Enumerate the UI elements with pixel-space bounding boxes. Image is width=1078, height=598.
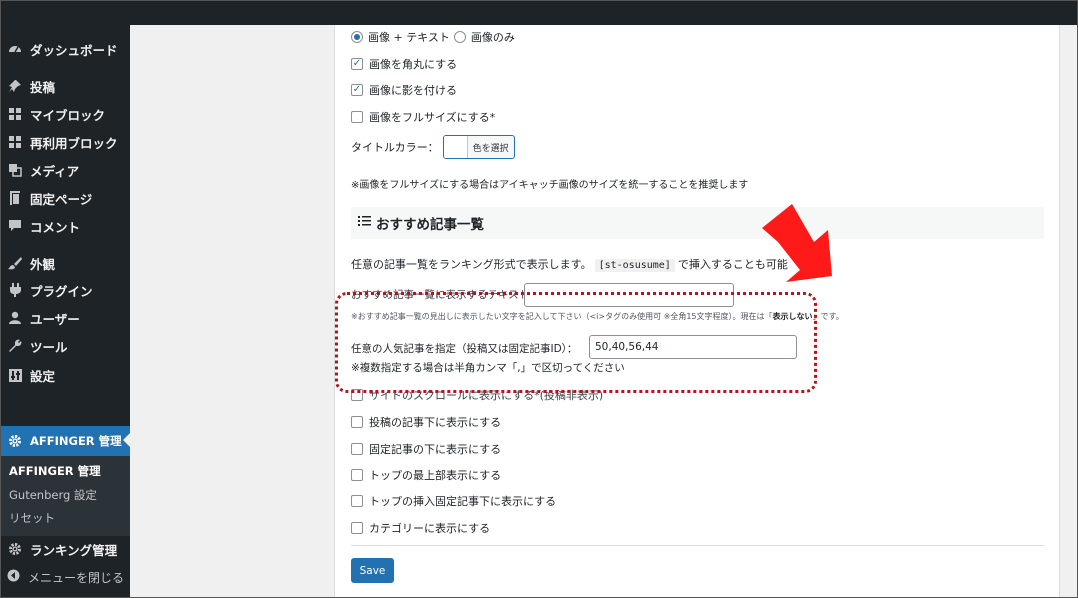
sidebar-item-users[interactable]: ユーザー [0,306,130,330]
option-shadow: ✓ 画像に影を付ける [351,82,457,98]
highlight-box [335,292,817,393]
save-button[interactable]: Save [351,558,394,583]
checkbox-shadow[interactable]: ✓ [351,84,363,96]
collapse-icon [7,569,20,585]
checkbox-category[interactable] [351,522,363,534]
comment-icon [7,218,23,234]
dashboard-icon [7,41,23,57]
checkbox-fullsize[interactable] [351,111,363,123]
collapse-label: メニューを閉じる [28,570,125,585]
sidebar-item-label: 設定 [30,368,56,384]
brush-icon [7,255,23,271]
option-fullsize: 画像をフルサイズにする* [351,109,495,125]
sidebar-item-label: ランキング管理 [30,542,118,558]
sidebar-item-comments[interactable]: コメント [0,214,130,238]
active-indicator [123,433,130,447]
color-picker-label: 色を選択 [472,143,509,154]
checkbox-shadow-label: 画像に影を付ける [369,84,457,97]
list-icon [358,215,371,231]
sidebar-item-myblock[interactable]: マイブロック [0,102,130,126]
option-rounded: ✓ 画像を角丸にする [351,56,457,72]
option-page-bottom: 固定記事の下に表示にする [351,441,501,457]
sidebar-item-label: マイブロック [30,107,106,123]
submenu-reset[interactable]: リセット [9,510,55,526]
sidebar-item-posts[interactable]: 投稿 [0,74,130,98]
checkbox-label: トップの挿入固定記事下に表示にする [369,495,557,508]
section-title: おすすめ記事一覧 [376,217,484,233]
sidebar-item-label: 再利用ブロック [30,135,118,151]
checkbox-top-header[interactable] [351,469,363,481]
title-color-label: タイトルカラー： [351,141,439,154]
sidebar-item-plugins[interactable]: プラグイン [0,278,130,302]
checkbox-label: 投稿の記事下に表示にする [369,416,502,429]
sidebar-item-label: メディア [30,163,80,179]
sidebar-item-tools[interactable]: ツール [0,334,130,358]
title-color-row: タイトルカラー： 色を選択 [351,135,515,159]
gear-icon [7,433,23,449]
checkbox-page-bottom[interactable] [351,443,363,455]
sidebar-item-settings[interactable]: 設定 [0,363,130,387]
sidebar-item-appearance[interactable]: 外観 [0,251,130,275]
divider [351,545,1044,546]
collapse-menu-button[interactable]: メニューを閉じる [0,566,130,588]
admin-bar [0,0,1078,25]
radio-image-text[interactable] [351,31,363,43]
color-picker-button[interactable]: 色を選択 [442,135,515,159]
sidebar-item-label: 投稿 [30,79,56,95]
color-swatch [443,136,468,158]
red-arrow-icon [762,204,832,282]
checkbox-fullsize-label: 画像をフルサイズにする* [369,111,496,124]
media-icon [7,162,23,178]
radio-image-text-label: 画像 + テキスト [368,31,450,44]
sidebar-item-label: ダッシュボード [30,42,118,58]
sidebar-item-label: AFFINGER 管理 [30,434,122,448]
sidebar-item-pages[interactable]: 固定ページ [0,186,130,210]
blocks-icon [7,106,23,122]
fullsize-note: ※画像をフルサイズにする場合はアイキャッチ画像のサイズを統一することを推奨します [351,180,749,191]
radio-image-only-label: 画像のみ [470,31,515,44]
submenu-gutenberg-settings[interactable]: Gutenberg 設定 [9,487,97,503]
page-icon [7,190,23,206]
option-top-header: トップの最上部表示にする [351,467,501,483]
description-text: 任意の記事一覧をランキング形式で表示します。 [351,258,592,271]
sidebar-item-label: コメント [30,219,81,235]
sidebar-item-label: ユーザー [30,311,80,327]
wrench-icon [7,338,23,354]
option-post-bottom: 投稿の記事下に表示にする [351,414,501,430]
shortcode: [st-osusume] [594,259,675,272]
user-icon [7,310,23,326]
radio-image-only[interactable] [453,31,466,43]
sidebar-item-label: 固定ページ [30,191,93,207]
heading-hint-end: 」です。 [812,312,844,321]
sidebar-item-reusable-blocks[interactable]: 再利用ブロック [0,130,130,154]
option-category: カテゴリーに表示にする [351,520,490,536]
submenu-affinger-manage[interactable]: AFFINGER 管理 [9,463,101,479]
section-header: おすすめ記事一覧 [351,207,1044,239]
settings-icon [7,367,23,383]
affinger-submenu: AFFINGER 管理 Gutenberg 設定 リセット [0,456,130,536]
gear-icon [7,541,23,557]
checkbox-label: 固定記事の下に表示にする [369,443,502,456]
checkbox-label: トップの最上部表示にする [369,469,502,482]
layout-radio-group: 画像 + テキスト 画像のみ [351,29,515,45]
section-description: 任意の記事一覧をランキング形式で表示します。 [st-osusume] で挿入するこ… [351,256,788,272]
sidebar-item-ranking[interactable]: ランキング管理 [0,537,130,561]
blocks-icon [7,134,23,150]
sidebar-item-media[interactable]: メディア [0,158,130,182]
checkbox-top-fixed[interactable] [351,495,363,507]
sidebar-item-label: ツール [30,339,68,355]
checkbox-rounded-label: 画像を角丸にする [369,58,458,71]
pin-icon [7,78,23,94]
checkbox-label: カテゴリーに表示にする [369,522,491,535]
checkbox-post-bottom[interactable] [351,416,363,428]
sidebar-item-label: プラグイン [30,283,93,299]
sidebar-item-affinger[interactable]: AFFINGER 管理 [0,426,130,456]
plugin-icon [7,282,23,298]
option-top-fixed: トップの挿入固定記事下に表示にする [351,493,556,509]
sidebar-item-label: 外観 [30,256,56,272]
checkbox-rounded[interactable]: ✓ [351,58,363,70]
admin-sidebar: ダッシュボード 投稿 マイブロック 再利用ブロック メディア 固定ページ コメン… [0,25,130,598]
sidebar-item-dashboard[interactable]: ダッシュボード [0,37,130,61]
